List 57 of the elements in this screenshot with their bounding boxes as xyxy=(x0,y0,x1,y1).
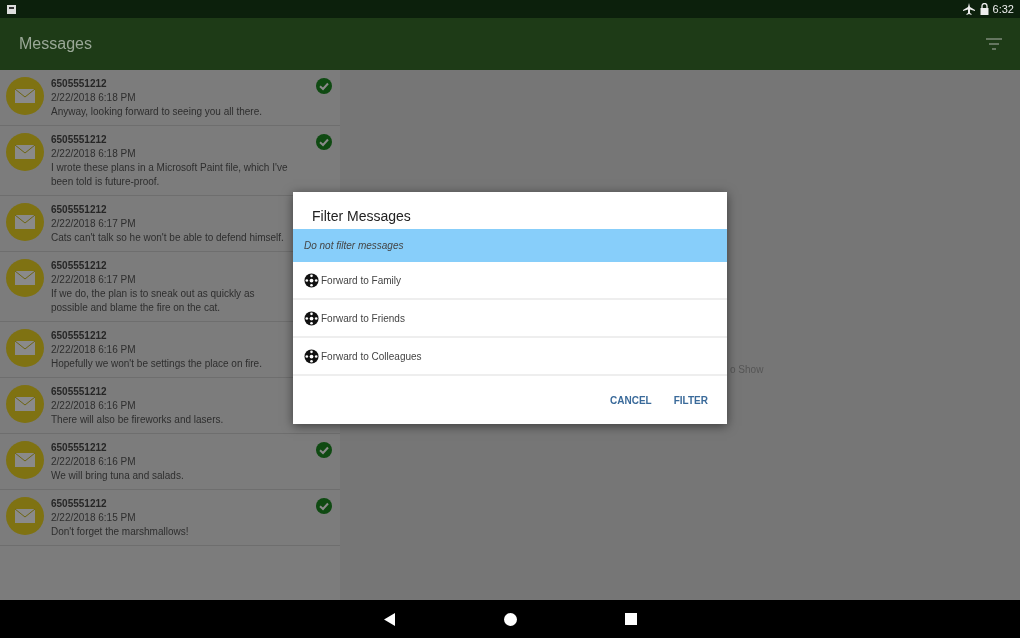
sender-number: 6505551212 xyxy=(51,77,108,91)
sender-number: 6505551212 xyxy=(51,385,108,399)
ball-icon xyxy=(304,272,319,288)
sender-number: 6505551212 xyxy=(51,133,108,147)
envelope-icon xyxy=(6,329,44,367)
message-text: Don't forget the marshmallows! xyxy=(51,525,190,539)
message-text: There will also be fireworks and lasers. xyxy=(51,413,225,427)
message-text: If we do, the plan is to sneak out as quickly as possible and blame the fire on the cat. xyxy=(51,287,256,315)
envelope-icon xyxy=(6,77,44,115)
message-date: 2/22/2018 6:17 PM xyxy=(51,217,137,231)
notification-icon xyxy=(6,3,17,15)
check-circle-icon xyxy=(316,134,332,150)
message-text: I wrote these plans in a Microsoft Paint file, which I've been told is future-proof. xyxy=(51,161,289,189)
message-row[interactable]: 6505551212 2/22/2018 6:18 PM Anyway, looking forward to seeing you all there. xyxy=(0,70,340,126)
filter-option[interactable]: Do not filter messages xyxy=(293,229,727,262)
envelope-icon xyxy=(6,133,44,171)
message-date: 2/22/2018 6:18 PM xyxy=(51,147,137,161)
ball-icon xyxy=(304,310,319,326)
sender-number: 6505551212 xyxy=(51,441,108,455)
sender-number: 6505551212 xyxy=(51,329,108,343)
message-date: 2/22/2018 6:16 PM xyxy=(51,399,137,413)
message-row[interactable]: 6505551212 2/22/2018 6:15 PM Don't forget the marshmallows! xyxy=(0,490,340,546)
check-circle-icon xyxy=(316,498,332,514)
message-date: 2/22/2018 6:18 PM xyxy=(51,91,137,105)
message-date: 2/22/2018 6:17 PM xyxy=(51,273,137,287)
check-circle-icon xyxy=(316,78,332,94)
back-icon[interactable] xyxy=(383,612,396,626)
sender-number: 6505551212 xyxy=(51,203,108,217)
message-date: 2/22/2018 6:15 PM xyxy=(51,511,137,525)
ball-icon xyxy=(304,348,319,364)
lock-icon xyxy=(979,3,989,15)
envelope-icon xyxy=(6,441,44,479)
check-circle-icon xyxy=(316,442,332,458)
message-date: 2/22/2018 6:16 PM xyxy=(51,343,137,357)
cancel-button[interactable]: CANCEL xyxy=(610,392,652,408)
envelope-icon xyxy=(6,385,44,423)
recents-icon[interactable] xyxy=(624,613,637,625)
filter-button[interactable]: FILTER xyxy=(673,392,708,408)
envelope-icon xyxy=(6,497,44,535)
airplane-icon xyxy=(962,3,975,15)
message-text: We will bring tuna and salads. xyxy=(51,469,185,483)
home-icon[interactable] xyxy=(503,612,517,626)
filter-icon[interactable] xyxy=(986,38,1002,50)
envelope-icon xyxy=(6,203,44,241)
message-row[interactable]: 6505551212 2/22/2018 6:16 PM We will bring tuna and salads. xyxy=(0,434,340,490)
sender-number: 6505551212 xyxy=(51,259,108,273)
status-time: 6:32 xyxy=(992,1,1014,17)
filter-option[interactable]: Forward to Family xyxy=(293,262,727,300)
message-text: Hopefully we won't be settings the place on fire. xyxy=(51,357,263,371)
message-text: Cats can't talk so he won't be able to defend himself. xyxy=(51,231,285,245)
sender-number: 6505551212 xyxy=(51,497,108,511)
filter-option[interactable]: Forward to Colleagues xyxy=(293,338,727,376)
filter-option[interactable]: Forward to Friends xyxy=(293,300,727,338)
envelope-icon xyxy=(6,259,44,297)
app-title: Messages xyxy=(19,34,92,54)
message-date: 2/22/2018 6:16 PM xyxy=(51,455,137,469)
message-text: Anyway, looking forward to seeing you all there. xyxy=(51,105,264,119)
